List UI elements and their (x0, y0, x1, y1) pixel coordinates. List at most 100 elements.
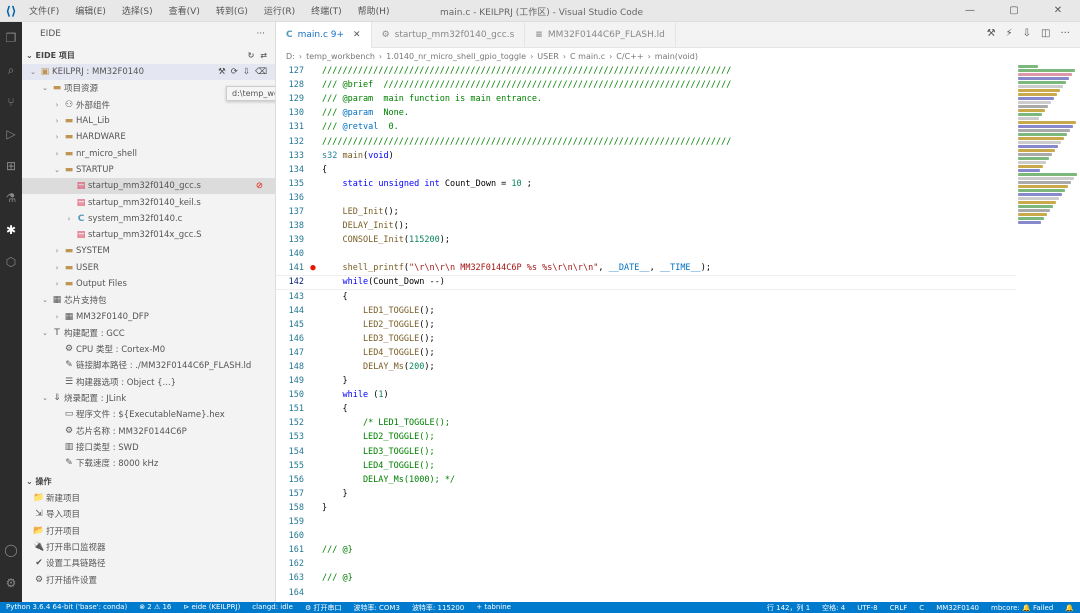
status-item[interactable]: + tabnine (470, 603, 517, 613)
minimap[interactable] (1014, 64, 1080, 304)
project-row[interactable]: ⌄ ▣ KEILPRJ : MM32F0140 ⚒ ⟳ ⇩ ⌫ (22, 64, 275, 81)
extensions-icon[interactable]: ⊞ (0, 150, 22, 182)
status-item[interactable]: 波特率: COM3 (347, 603, 405, 613)
refresh-icon[interactable]: ↻ (248, 51, 255, 60)
status-item[interactable]: clangd: idle (246, 603, 299, 613)
tree-item[interactable]: ✎ 链接脚本路径 : ./MM32F0144C6P_FLASH.ld (22, 357, 275, 373)
ops-section-title: 操作 (35, 476, 52, 486)
menu-item[interactable]: 选择(S) (115, 4, 160, 17)
status-item[interactable]: 空格: 4 (816, 603, 851, 613)
status-item[interactable]: 🔔 (1059, 604, 1080, 612)
breadcrumb-item[interactable]: C main.c (570, 52, 605, 61)
search-icon[interactable]: ⌕ (0, 54, 22, 86)
status-item[interactable]: ⊗ 2 ⚠ 16 (133, 603, 177, 613)
tree-item[interactable]: ▤ startup_mm32f0140_keil.s (22, 194, 275, 210)
operations-section[interactable]: ⌄ 操作 (22, 472, 275, 490)
tree-item[interactable]: ⌄ T 构建配置 : GCC (22, 325, 275, 341)
source-control-icon[interactable]: ⑂ (0, 86, 22, 118)
eide-icon[interactable]: ✱ (0, 214, 22, 246)
status-item[interactable]: 波特率: 115200 (406, 603, 470, 613)
menu-item[interactable]: 编辑(E) (68, 4, 113, 17)
breadcrumb-item[interactable]: 1.0140_nr_micro_shell_gpio_toggle (386, 52, 526, 61)
build-icon[interactable]: ⚒ (987, 28, 996, 39)
tree-item[interactable]: › ▬ USER (22, 260, 275, 276)
chevron-down-icon: ⌄ (42, 296, 48, 305)
menu-item[interactable]: 运行(R) (257, 4, 302, 17)
package-icon[interactable]: ⬡ (0, 246, 22, 278)
rebuild-icon[interactable]: ⟳ (231, 67, 238, 77)
flash-icon[interactable]: ⇩ (243, 67, 250, 77)
editor-tab[interactable]: Cmain.c 9+ ✕ (276, 22, 372, 48)
editor-tab[interactable]: ⚙ startup_mm32f0140_gcc.s (372, 22, 526, 48)
tree-item[interactable]: ⌄ ▦ 芯片支持包 (22, 292, 275, 308)
close-icon[interactable]: ✕ (1036, 0, 1080, 22)
tree-item[interactable]: ⌄ ▬ STARTUP (22, 162, 275, 178)
tree-item[interactable]: ⌄ ⇓ 烧录配置 : JLink (22, 390, 275, 406)
account-icon[interactable]: ◯ (0, 534, 22, 566)
operation-item[interactable]: ⚙ 打开插件设置 (22, 571, 275, 587)
line-number: 130 (288, 108, 304, 119)
maximize-icon[interactable]: ▢ (992, 0, 1036, 22)
tree-item[interactable]: › ▬ HAL_Lib (22, 113, 275, 129)
tree-item[interactable]: › ▬ Output Files (22, 276, 275, 292)
manage-gear-icon[interactable]: ⚙ (0, 567, 22, 599)
breadcrumb-item[interactable]: D: (286, 52, 295, 61)
operation-item[interactable]: ⇲ 导入项目 (22, 506, 275, 522)
breakpoint-icon[interactable]: ● (304, 263, 322, 273)
build-icon[interactable]: ⚒ (218, 67, 226, 77)
tree-item[interactable]: › ▬ SYSTEM (22, 243, 275, 259)
tree-item[interactable]: ▥ 接口类型 : SWD (22, 439, 275, 455)
tree-item[interactable]: › ▬ nr_micro_shell (22, 145, 275, 161)
wrench-icon: ✎ (65, 458, 73, 469)
eide-project-section[interactable]: ⌄ EIDE 项目 ↻ ⇄ (22, 46, 275, 64)
menu-item[interactable]: 帮助(H) (351, 4, 397, 17)
split-editor-icon[interactable]: ◫ (1041, 28, 1050, 39)
tree-item[interactable]: ▭ 程序文件 : ${ExecutableName}.hex (22, 406, 275, 422)
operation-item[interactable]: ✔ 设置工具链路径 (22, 555, 275, 571)
menu-item[interactable]: 查看(V) (162, 4, 207, 17)
package-icon: ▦ (52, 295, 62, 306)
status-item[interactable]: CRLF (884, 604, 914, 612)
tree-item[interactable]: › Csystem_mm32f0140.c (22, 211, 275, 227)
menu-item[interactable]: 转到(G) (209, 4, 255, 17)
editor-tab[interactable]: ≡ MM32F0144C6P_FLASH.ld (525, 22, 676, 48)
explorer-icon[interactable]: ❐ (0, 22, 22, 54)
status-item[interactable]: 行 142，列 1 (761, 603, 816, 613)
operation-item[interactable]: 🔌 打开串口监视器 (22, 539, 275, 555)
testing-icon[interactable]: ⚗ (0, 182, 22, 214)
tree-item[interactable]: ▤ startup_mm32f0140_gcc.s ⊘ (22, 178, 275, 195)
tree-item[interactable]: ☰ 构建器选项 : Object {...} (22, 374, 275, 390)
breadcrumb-item[interactable]: C/C++ (616, 52, 643, 61)
tree-item[interactable]: › ▦ MM32F0140_DFP (22, 308, 275, 324)
run-debug-icon[interactable]: ▷ (0, 118, 22, 150)
tree-item[interactable]: ⚙ CPU 类型 : Cortex-M0 (22, 341, 275, 357)
clean-icon[interactable]: ⌫ (255, 67, 267, 77)
breadcrumb-item[interactable]: main(void) (655, 52, 698, 61)
status-item[interactable]: Python 3.6.4 64-bit ('base': conda) (0, 603, 133, 613)
status-item[interactable]: C (913, 604, 930, 612)
operation-item[interactable]: 📂 打开项目 (22, 523, 275, 539)
more-actions-icon[interactable]: ··· (256, 29, 265, 39)
menu-item[interactable]: 终端(T) (304, 4, 349, 17)
menu-item[interactable]: 文件(F) (22, 4, 66, 17)
tree-item[interactable]: ✎ 下载速度 : 8000 kHz (22, 455, 275, 471)
tree-item[interactable]: ▤ startup_mm32f014x_gcc.S (22, 227, 275, 243)
status-item[interactable]: mbcore: 🔔 Failed (985, 604, 1059, 612)
status-item[interactable]: MM32F0140 (930, 604, 985, 612)
tree-item[interactable]: › ▬ HARDWARE (22, 129, 275, 145)
status-item[interactable]: UTF-8 (851, 604, 883, 612)
breadcrumb-item[interactable]: temp_workbench (306, 52, 375, 61)
status-item[interactable]: ⚙ 打开串口 (299, 603, 348, 613)
operation-item[interactable]: 📁 新建项目 (22, 490, 275, 506)
breadcrumb-item[interactable]: USER (537, 52, 559, 61)
close-icon[interactable]: ✕ (353, 30, 361, 40)
switch-icon[interactable]: ⇄ (260, 51, 267, 60)
more-actions-icon[interactable]: ··· (1060, 28, 1070, 39)
status-item[interactable]: ⊳ eide (KEILPRJ) (177, 603, 246, 613)
flash-icon[interactable]: ⚡ (1006, 28, 1013, 39)
code-view[interactable]: 127 /////////////////////////////////////… (276, 64, 1016, 602)
tree-item[interactable]: ⚙ 芯片名称 : MM32F0144C6P (22, 423, 275, 439)
download-icon[interactable]: ⇩ (1023, 28, 1031, 39)
minimize-icon[interactable]: — (948, 0, 992, 22)
minimap-line (1018, 221, 1041, 224)
